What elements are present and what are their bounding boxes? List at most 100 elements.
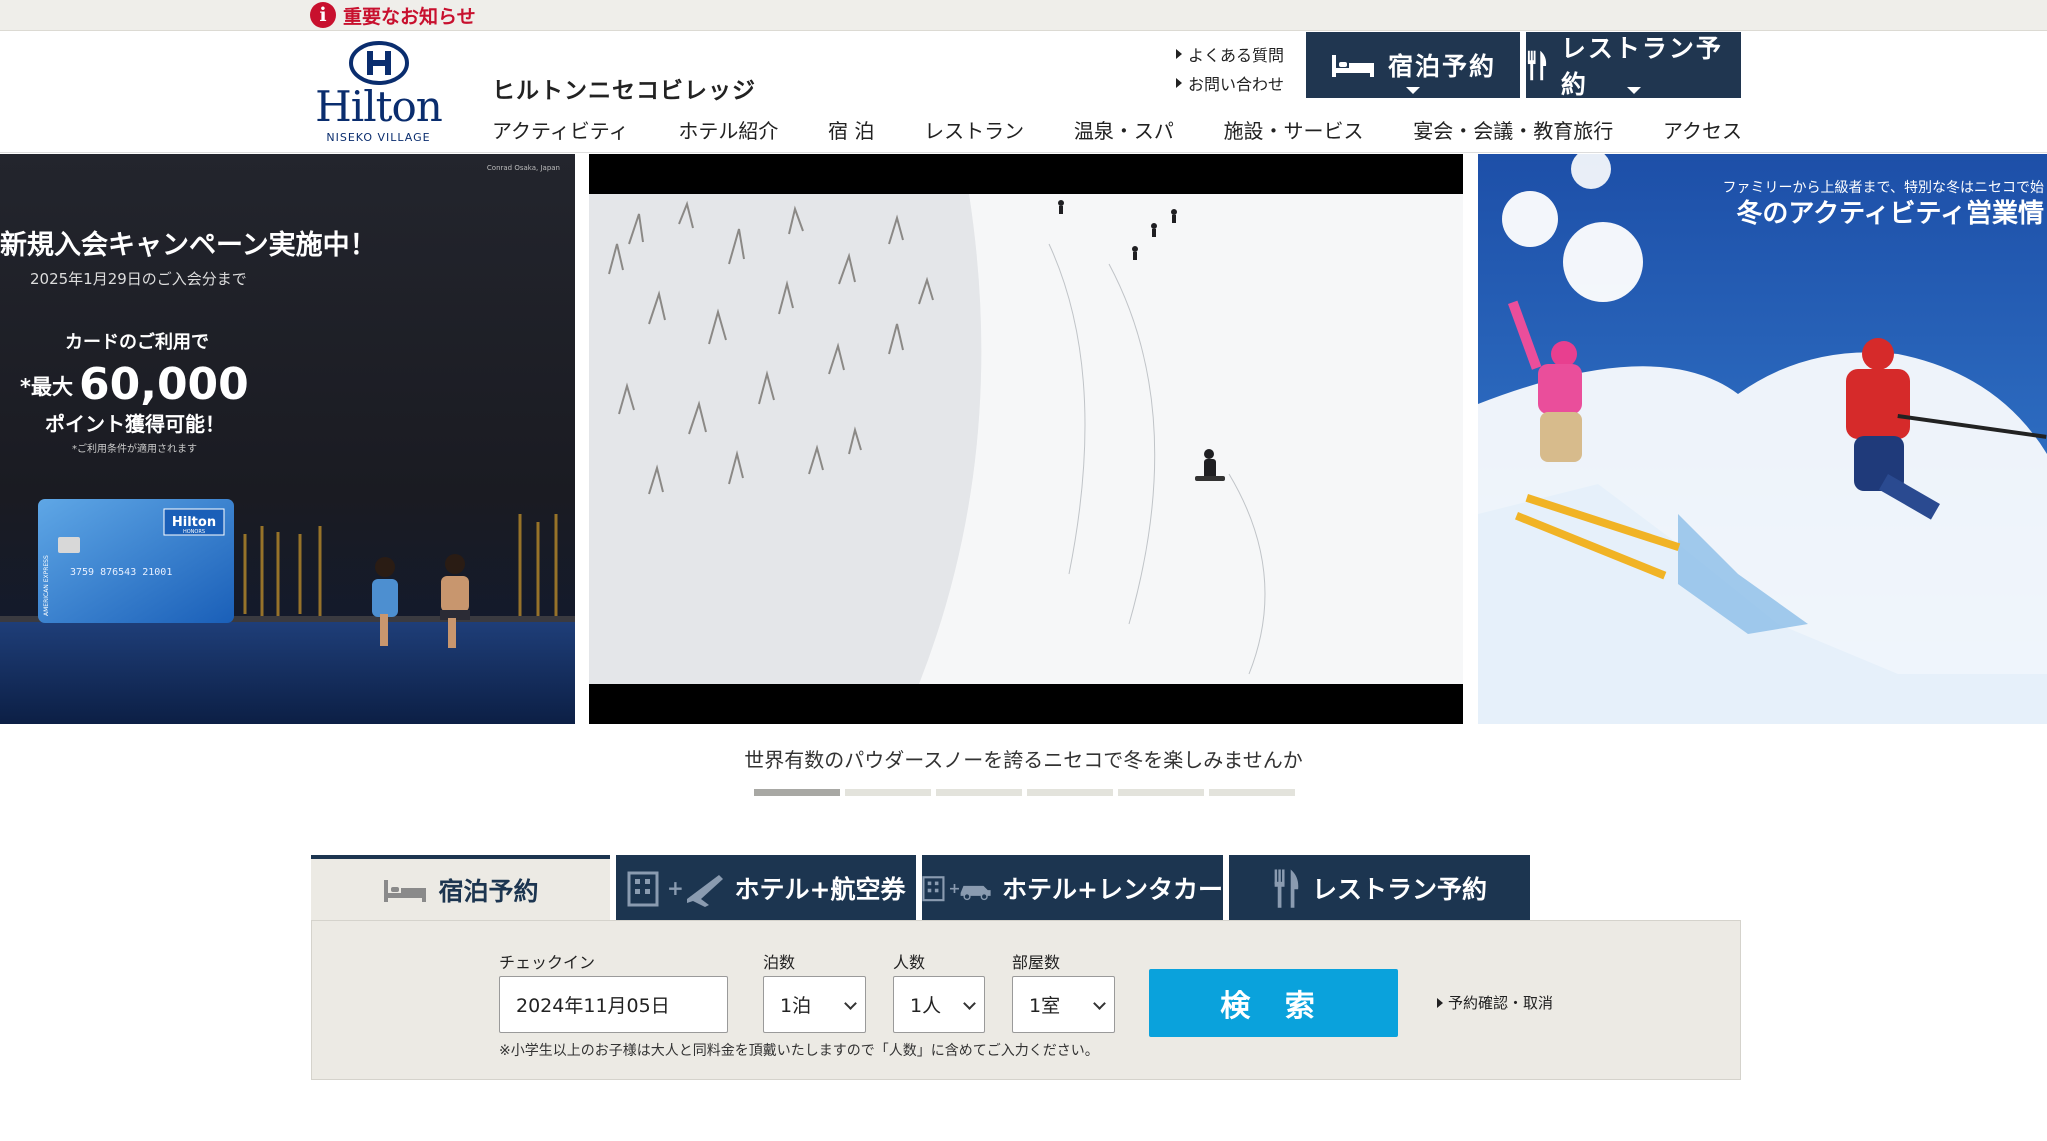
nav-item-restaurant[interactable]: レストラン [924,115,1024,144]
campaign-disclaimer: *ご利用条件が適用されます [72,442,197,455]
tab-stay-booking-label: 宿泊予約 [438,877,539,906]
campaign-line1: カードのご利用で [65,331,209,353]
site-header: Hilton NISEKO VILLAGE ヒルトンニセコビレッジ よくある質問… [0,31,2047,153]
checkin-date-value: 2024年11月05日 [516,995,670,1017]
card-campaign-image: Conrad Osaka, Japan 新規入会キャンペーン実施中！ 2025年… [0,154,575,724]
notice-text: 重要なお知らせ [343,5,476,28]
bed-icon [1331,55,1374,77]
important-notice-link[interactable]: i 重要なお知らせ [310,1,476,29]
svg-text:3759 876543 21001: 3759 876543 21001 [70,567,172,578]
carousel-indicators [754,789,1295,796]
hero-slide-ski-video[interactable] [589,154,1463,724]
hero-carousel: Conrad Osaka, Japan 新規入会キャンペーン実施中！ 2025年… [0,154,2047,724]
svg-text:HONORS: HONORS [183,529,205,535]
fork-knife-icon [1274,869,1299,908]
search-button[interactable]: 検 索 [1149,969,1398,1037]
tab-restaurant-booking-label: レストラン予約 [1311,875,1487,904]
triangle-right-icon [1437,997,1443,1008]
reservation-confirm-link[interactable]: 予約確認・取消 [1437,992,1553,1013]
ski-slope-image [589,154,1463,724]
chevron-down-icon [963,997,976,1010]
rooms-value: 1室 [1029,995,1061,1017]
header-stay-booking-button[interactable]: 宿泊予約 [1306,32,1520,98]
hero-caption: 世界有数のパウダースノーを誇るニセコで冬を楽しみませんか [744,748,1303,772]
svg-text:AMERICAN EXPRESS: AMERICAN EXPRESS [43,555,50,616]
guests-select[interactable]: 1人 [893,976,985,1033]
nav-item-onsen-spa[interactable]: 温泉・スパ [1074,115,1174,144]
caret-down-icon [1626,87,1641,94]
tab-hotel-flight-label: ホテル+航空券 [734,875,906,904]
faq-link[interactable]: よくある質問 [1176,39,1284,68]
building-plane-icon: + [627,871,723,907]
faq-link-label: よくある質問 [1188,45,1285,65]
credit-card-image: Hilton HONORS AMERICAN EXPRESS 3759 8765… [38,499,234,623]
nav-item-activity[interactable]: アクティビティ [492,115,629,144]
svg-text:+: + [948,881,960,897]
hilton-logo[interactable]: Hilton NISEKO VILLAGE [306,41,451,149]
booking-tabs: 宿泊予約 + ホテル+航空券 + ホテル+レンタカー レストラン予約 [311,855,1530,921]
triangle-right-icon [1176,77,1182,88]
nights-label: 泊数 [763,953,796,972]
child-pricing-note: ※小学生以上のお子様は大人と同料金を頂戴いたしますので「人数」に含めてご入力くだ… [499,1043,1099,1059]
nav-item-banquet[interactable]: 宴会・会議・教育旅行 [1413,115,1613,144]
corner-credit: Conrad Osaka, Japan [487,164,560,172]
winter-activities-image: ファミリーから上級者まで、特別な冬はニセコで始 冬のアクティビティ営業情 [1478,154,2047,724]
nav-item-hotel[interactable]: ホテル紹介 [678,115,778,144]
utility-links: よくある質問 お問い合わせ [1176,39,1284,97]
hero-slide-winter-activities[interactable]: ファミリーから上級者まで、特別な冬はニセコで始 冬のアクティビティ営業情 [1478,154,2047,724]
caret-down-icon [1406,87,1420,94]
campaign-headline: 新規入会キャンペーン実施中！ [0,229,377,261]
guests-value: 1人 [910,995,942,1017]
tab-stay-booking[interactable]: 宿泊予約 [311,855,610,921]
winter-subtitle: ファミリーから上級者まで、特別な冬はニセコで始 [1723,180,2044,196]
rooms-label: 部屋数 [1012,953,1061,972]
carousel-dot[interactable] [1209,789,1295,796]
hilton-emblem-icon [348,41,409,85]
campaign-points: 60,000 [79,359,249,410]
header-restaurant-booking-button[interactable]: レストラン予約 [1526,32,1741,99]
tab-hotel-rentacar-label: ホテル+レンタカー [1002,875,1223,904]
campaign-line3: ポイント獲得可能！ [45,412,225,436]
header-restaurant-booking-label: レストラン予約 [1560,34,1723,99]
chevron-down-icon [1093,997,1106,1010]
reservation-confirm-label: 予約確認・取消 [1448,994,1554,1012]
nights-value: 1泊 [780,995,812,1017]
svg-text:Hilton: Hilton [172,515,216,530]
contact-link-label: お問い合わせ [1188,74,1285,94]
logo-subtitle: NISEKO VILLAGE [326,131,431,144]
checkin-label: チェックイン [499,953,596,972]
notice-bar: i 重要なお知らせ [0,0,2047,31]
tab-hotel-rentacar[interactable]: + ホテル+レンタカー [922,855,1223,921]
tab-hotel-flight[interactable]: + ホテル+航空券 [616,855,916,921]
nights-select[interactable]: 1泊 [763,976,866,1033]
building-car-icon: + [922,876,991,902]
tab-restaurant-booking[interactable]: レストラン予約 [1229,855,1530,921]
contact-link[interactable]: お問い合わせ [1176,68,1284,97]
svg-text:+: + [667,876,684,900]
carousel-dot[interactable] [845,789,931,796]
carousel-dot[interactable] [1027,789,1113,796]
main-nav: アクティビティ ホテル紹介 宿 泊 レストラン 温泉・スパ 施設・サービス 宴会… [492,115,1742,144]
triangle-right-icon [1176,48,1182,59]
header-stay-booking-label: 宿泊予約 [1387,52,1496,81]
nav-item-facilities[interactable]: 施設・サービス [1224,115,1364,144]
campaign-deadline: 2025年1月29日のご入会分まで [30,270,247,288]
booking-form: チェックイン 2024年11月05日 泊数 1泊 人数 1人 部屋数 1室 検 … [311,920,1741,1080]
carousel-dot[interactable] [936,789,1022,796]
campaign-max-prefix: *最大 [20,375,73,399]
logo-wordmark: Hilton [315,82,443,131]
hotel-name: ヒルトンニセコビレッジ [492,78,756,104]
checkin-date-field[interactable]: 2024年11月05日 [499,976,728,1033]
fork-knife-icon [1527,50,1547,81]
rooms-select[interactable]: 1室 [1012,976,1115,1033]
carousel-dot[interactable] [1118,789,1204,796]
nav-item-stay[interactable]: 宿 泊 [828,115,874,144]
winter-title: 冬のアクティビティ営業情 [1736,199,2044,229]
guests-label: 人数 [893,953,926,972]
chevron-down-icon [844,997,857,1010]
hero-slide-card-campaign[interactable]: Conrad Osaka, Japan 新規入会キャンペーン実施中！ 2025年… [0,154,575,724]
bed-icon [384,880,427,902]
info-icon: i [310,2,336,28]
nav-item-access[interactable]: アクセス [1663,115,1742,144]
carousel-dot[interactable] [754,789,840,796]
